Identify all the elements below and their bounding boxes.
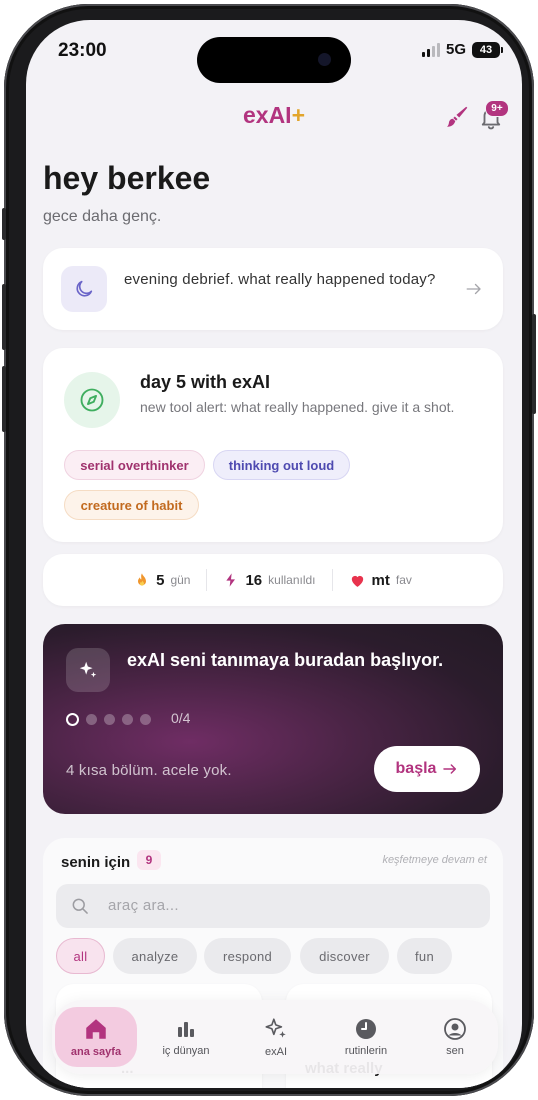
tab-label: ana sayfa (70, 1046, 122, 1058)
start-button[interactable]: başla (374, 746, 480, 792)
notification-badge: 9+ (485, 100, 509, 117)
onboarding-title: exAI seni tanımaya buradan başlıyor. (127, 650, 444, 670)
network-label: 5G (445, 41, 466, 58)
debrief-text: evening debrief. what really happened to… (124, 271, 436, 288)
evening-debrief-card[interactable]: evening debrief. what really happened to… (43, 248, 503, 330)
flame-icon (138, 573, 147, 586)
stats-bar: 5 gün 16 kullanıldı mt fav (43, 554, 503, 606)
day-streak-card: day 5 with exAI new tool alert: what rea… (43, 348, 503, 542)
filter-respond[interactable]: respond (204, 938, 291, 974)
arrow-right-icon (466, 283, 481, 295)
power-button (532, 314, 536, 414)
status-time: 23:00 (58, 40, 107, 61)
progress-dot (140, 714, 151, 725)
heart-icon (351, 575, 363, 587)
streak-value: 5 (156, 571, 165, 589)
home-icon (86, 1019, 106, 1039)
used-value: 16 (245, 571, 263, 589)
search-input[interactable]: araç ara... (56, 884, 490, 928)
compass-icon (64, 372, 120, 428)
filter-analyze[interactable]: analyze (113, 938, 197, 974)
tab-label: rutinlerin (344, 1045, 388, 1057)
search-placeholder: araç ara... (108, 897, 179, 914)
day-subtitle: new tool alert: what really happened. gi… (140, 399, 455, 415)
fav-label: fav (395, 573, 412, 587)
onboarding-progress: 0/4 (171, 710, 191, 726)
explore-more-link[interactable]: keşfetmeye devam et (382, 854, 487, 866)
progress-dot (122, 714, 133, 725)
action-button (2, 208, 6, 240)
tab-home[interactable]: ana sayfa (55, 1007, 137, 1067)
greeting-subtitle: gece daha genç. (43, 208, 162, 225)
arrow-right-icon (443, 764, 457, 774)
sparkle-icon (265, 1018, 286, 1038)
used-label: kullanıldı (268, 573, 316, 587)
tab-label: sen (446, 1045, 464, 1057)
paintbrush-icon[interactable] (444, 104, 470, 130)
tag-creature-of-habit[interactable]: creature of habit (64, 490, 199, 520)
streak-label: gün (170, 573, 191, 587)
start-button-label: başla (395, 760, 437, 777)
greeting-title: hey berkee (43, 160, 211, 196)
phone-frame: 23:00 5G 43 exAI+ 9+ hey berkee gece dah… (2, 4, 536, 1096)
filter-fun[interactable]: fun (397, 938, 452, 974)
stat-used: 16 kullanıldı (207, 572, 331, 589)
tab-label: iç dünyan (162, 1045, 210, 1057)
filter-discover[interactable]: discover (300, 938, 389, 974)
dynamic-island (197, 37, 351, 83)
tag-serial-overthinker[interactable]: serial overthinker (64, 450, 205, 480)
tool-count-badge: 9 (137, 850, 161, 870)
brand-plus: + (291, 102, 306, 128)
signal-icon (421, 42, 440, 57)
bar-chart-icon (178, 1022, 194, 1037)
progress-dot (86, 714, 97, 725)
battery-level: 43 (479, 43, 493, 56)
user-icon (444, 1018, 466, 1040)
tab-routines[interactable]: rutinlerin (325, 1007, 407, 1067)
day-title: day 5 with exAI (140, 372, 271, 392)
camera-icon (318, 53, 331, 66)
fav-value: mt (371, 571, 390, 589)
volume-up-button (2, 284, 6, 350)
search-icon (72, 898, 88, 914)
tab-label: exAI (264, 1046, 287, 1058)
brand-name: exAI (242, 102, 292, 128)
moon-icon (61, 266, 107, 312)
stat-streak: 5 gün (118, 572, 206, 589)
progress-dot (104, 714, 115, 725)
battery-icon: 43 (472, 41, 503, 58)
tab-inner-world[interactable]: iç dünyan (145, 1007, 227, 1067)
onboarding-note: 4 kısa bölüm. acele yok. (66, 762, 232, 779)
tab-exai[interactable]: exAI (235, 1007, 317, 1067)
tab-profile[interactable]: sen (415, 1007, 495, 1067)
progress-dots (66, 713, 151, 726)
onboarding-card: exAI seni tanımaya buradan başlıyor. 0/4… (43, 624, 503, 814)
stat-fav: mt fav (333, 572, 428, 589)
bottom-tab-bar: ana sayfa iç dünyan exAI rutinlerin sen (52, 1000, 498, 1074)
status-indicators: 5G 43 (421, 41, 503, 58)
filter-all[interactable]: all (56, 938, 105, 974)
lightning-icon (226, 573, 236, 587)
clock-icon (356, 1019, 376, 1039)
tag-thinking-out-loud[interactable]: thinking out loud (213, 450, 350, 480)
volume-down-button (2, 366, 6, 432)
sparkle-icon (66, 648, 110, 692)
progress-dot (66, 713, 79, 726)
app-screen: 23:00 5G 43 exAI+ 9+ hey berkee gece dah… (26, 20, 522, 1088)
section-title: senin için (61, 854, 131, 871)
